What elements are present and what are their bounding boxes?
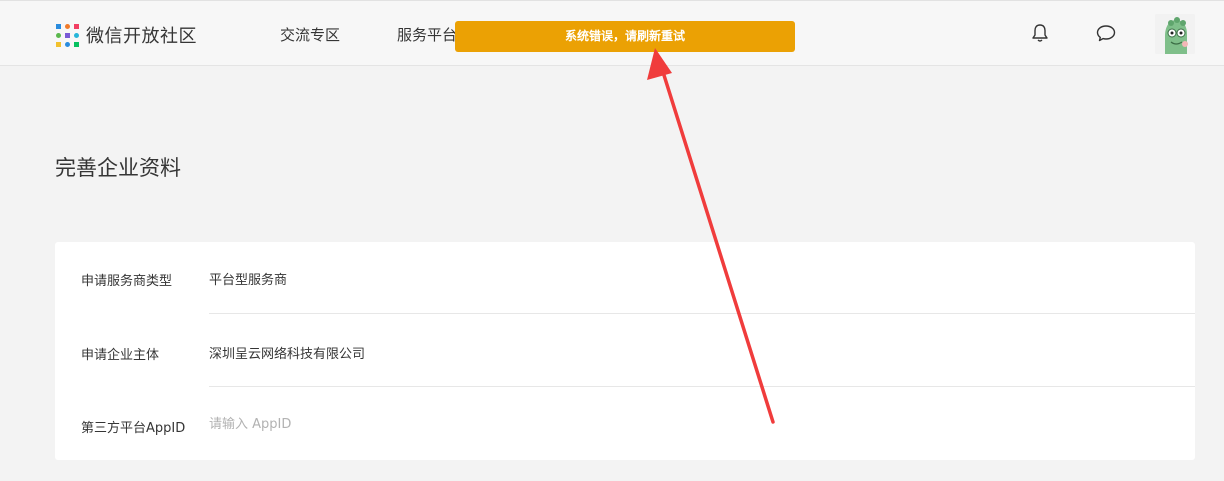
row-divider — [209, 386, 1195, 387]
page-title: 完善企业资料 — [55, 156, 181, 180]
row-divider — [209, 313, 1195, 314]
bell-icon[interactable] — [1029, 22, 1051, 44]
message-icon[interactable] — [1095, 22, 1117, 44]
form-row-company-entity: 申请企业主体 深圳呈云网络科技有限公司 — [55, 315, 1195, 387]
wechat-open-logo-icon — [56, 23, 79, 47]
logo-text: 微信开放社区 — [86, 26, 197, 47]
nav-item-community[interactable]: 交流专区 — [280, 24, 340, 45]
service-type-value: 平台型服务商 — [209, 273, 288, 288]
nav-item-service-platform[interactable]: 服务平台 — [397, 24, 457, 45]
appid-label: 第三方平台AppID — [81, 421, 186, 436]
company-entity-label: 申请企业主体 — [81, 348, 160, 363]
user-avatar[interactable] — [1155, 14, 1195, 54]
appid-input[interactable] — [205, 413, 613, 435]
service-type-label: 申请服务商类型 — [81, 274, 173, 289]
form-row-appid: 第三方平台AppID — [55, 388, 1195, 460]
company-info-form: 申请服务商类型 平台型服务商 申请企业主体 深圳呈云网络科技有限公司 第三方平台… — [55, 242, 1195, 460]
company-entity-value: 深圳呈云网络科技有限公司 — [209, 347, 366, 362]
avatar-dino-icon — [1155, 14, 1195, 54]
error-toast: 系统错误，请刷新重试 — [455, 21, 795, 52]
form-row-service-type: 申请服务商类型 平台型服务商 — [55, 242, 1195, 314]
site-logo[interactable]: 微信开放社区 — [56, 22, 197, 48]
